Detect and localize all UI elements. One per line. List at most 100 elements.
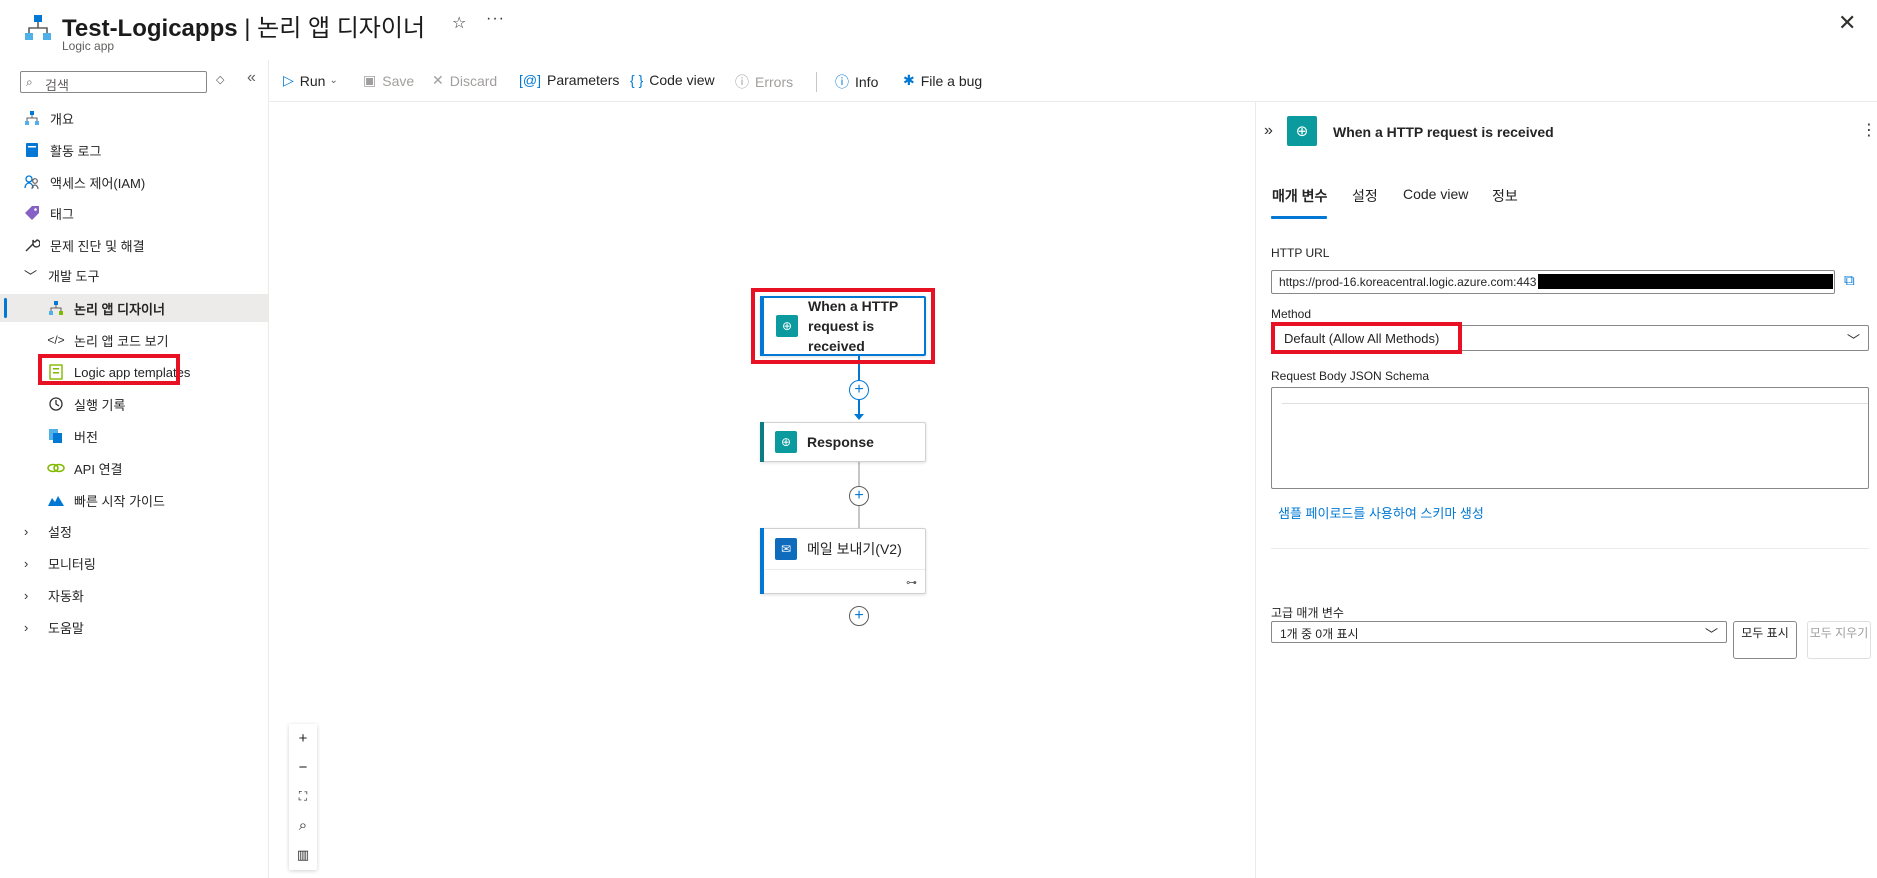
chevron-down-icon: ﹀ — [1846, 333, 1860, 348]
code-icon: </> — [47, 333, 65, 347]
send-mail-card-label: 메일 보내기(V2) — [807, 541, 902, 557]
connector-line — [858, 462, 860, 486]
expand-panel-icon[interactable]: » — [1264, 122, 1273, 140]
copy-icon[interactable]: ⧉ — [1844, 272, 1855, 289]
clear-all-button[interactable]: 모두 지우기 — [1807, 621, 1871, 659]
tab-code-view[interactable]: Code view — [1403, 186, 1468, 202]
editor-line — [1282, 388, 1868, 404]
code-view-button[interactable]: { } Code view — [630, 72, 715, 88]
page-header: Test-Logicapps | 논리 앱 디자이너 Logic app ☆ ·… — [0, 0, 1877, 60]
parameters-icon: [@] — [519, 72, 541, 88]
response-icon: ⊕ — [775, 431, 797, 453]
fit-view-icon[interactable]: ⛶ — [289, 782, 317, 811]
tab-settings[interactable]: 설정 — [1352, 186, 1378, 206]
link-icon: ⊶ — [906, 577, 917, 589]
logic-app-icon — [22, 110, 42, 126]
chevron-right-icon: › — [24, 587, 29, 603]
sidebar-item-iam[interactable]: 액세스 제어(IAM) — [0, 168, 268, 196]
bug-icon: ✱ — [903, 72, 915, 88]
info-button[interactable]: ⓘ Info — [835, 72, 878, 92]
search-icon: ⌕ — [26, 75, 33, 89]
sidebar-item-activity-log[interactable]: 활동 로그 — [0, 136, 268, 164]
tab-about[interactable]: 정보 — [1492, 186, 1518, 206]
response-card[interactable]: ⊕ Response — [760, 422, 926, 462]
quickstart-icon — [46, 492, 66, 508]
minimap-icon[interactable]: ▥ — [289, 840, 317, 869]
collapse-sidebar-icon[interactable]: « — [247, 69, 256, 87]
details-panel: » ⊕ When a HTTP request is received ⋮ 매개… — [1255, 102, 1877, 878]
http-url-label: HTTP URL — [1271, 246, 1330, 260]
card-accent — [760, 422, 764, 462]
generate-schema-link[interactable]: 샘플 페이로드를 사용하여 스키마 생성 — [1278, 503, 1484, 522]
sidebar: ⌕ 검색 ◇ « 개요 활동 로그 액세스 제어(IAM) 태그 문제 진단 및… — [0, 60, 269, 878]
chevron-down-icon: ﹀ — [24, 268, 38, 284]
http-url-field[interactable]: https://prod-16.koreacentral.logic.azure… — [1271, 270, 1835, 294]
chevron-down-icon: ⌄ — [329, 75, 338, 86]
advanced-params-label: 고급 매개 변수 — [1271, 606, 1344, 620]
more-icon[interactable]: ··· — [486, 10, 505, 28]
selection-highlight-box — [1271, 322, 1462, 354]
card-divider — [765, 569, 925, 570]
sidebar-item-overview[interactable]: 개요 — [0, 104, 268, 132]
sidebar-group-settings[interactable]: › 설정 — [0, 517, 268, 545]
toolbar-divider — [816, 72, 817, 92]
selection-highlight-box — [38, 354, 180, 385]
send-mail-card[interactable]: ✉ 메일 보내기(V2) ⊶ — [760, 528, 926, 594]
panel-title: When a HTTP request is received — [1333, 124, 1554, 140]
designer-canvas[interactable]: + + + ⊕ When a HTTP request is received … — [269, 102, 1255, 878]
connector-line — [858, 400, 860, 414]
errors-button[interactable]: ⓘ Errors — [735, 72, 793, 92]
sidebar-item-code-view[interactable]: </> 논리 앱 코드 보기 — [0, 326, 268, 354]
toolbar: ▷ Run ⌄ ▣ Save ✕ Discard [@] Parameters … — [269, 60, 1877, 102]
chevron-right-icon: › — [24, 523, 29, 539]
search-input[interactable]: ⌕ 검색 — [20, 71, 207, 93]
sidebar-group-monitoring[interactable]: › 모니터링 — [0, 549, 268, 577]
tag-icon — [22, 205, 42, 221]
save-icon: ▣ — [363, 72, 377, 88]
add-step-button[interactable]: + — [849, 380, 869, 400]
play-icon: ▷ — [283, 72, 294, 88]
sidebar-item-designer[interactable]: 논리 앱 디자이너 — [0, 294, 268, 322]
sort-icon[interactable]: ◇ — [216, 73, 224, 86]
add-step-button[interactable]: + — [849, 606, 869, 626]
sidebar-group-help[interactable]: › 도움말 — [0, 613, 268, 641]
advanced-params-select[interactable]: 1개 중 0개 표시 ﹀ — [1271, 621, 1727, 643]
discard-button[interactable]: ✕ Discard — [432, 72, 497, 89]
sidebar-item-api-connections[interactable]: API 연결 — [0, 454, 268, 482]
sidebar-item-run-history[interactable]: 실행 기록 — [0, 390, 268, 418]
sidebar-group-automation[interactable]: › 자동화 — [0, 581, 268, 609]
tab-parameters[interactable]: 매개 변수 — [1272, 186, 1327, 206]
close-icon[interactable]: ✕ — [1838, 10, 1856, 36]
save-button[interactable]: ▣ Save — [363, 72, 414, 89]
sidebar-group-dev-tools[interactable]: ﹀ 개발 도구 — [0, 261, 268, 289]
chevron-down-icon: ﹀ — [1704, 627, 1718, 642]
star-icon[interactable]: ☆ — [452, 13, 466, 33]
file-bug-button[interactable]: ✱ File a bug — [903, 72, 982, 89]
braces-icon: { } — [630, 72, 644, 88]
zoom-out-icon[interactable]: − — [289, 753, 317, 782]
sidebar-item-versions[interactable]: 버전 — [0, 422, 268, 450]
activity-log-icon — [22, 142, 42, 158]
schema-editor[interactable] — [1271, 387, 1869, 489]
sidebar-item-diagnose[interactable]: 문제 진단 및 해결 — [0, 231, 268, 259]
add-step-button[interactable]: + — [849, 486, 869, 506]
parameters-button[interactable]: [@] Parameters — [519, 72, 619, 88]
arrow-down-icon — [854, 414, 864, 420]
close-icon: ✕ — [432, 72, 444, 88]
panel-divider — [1271, 548, 1869, 549]
more-vertical-icon[interactable]: ⋮ — [1861, 120, 1877, 140]
sidebar-item-quickstart[interactable]: 빠른 시작 가이드 — [0, 486, 268, 514]
schema-label: Request Body JSON Schema — [1271, 369, 1430, 383]
redacted-block — [1538, 274, 1833, 289]
page-subtitle: Logic app — [62, 39, 115, 53]
method-label: Method — [1271, 307, 1312, 321]
show-all-button[interactable]: 모두 표시 — [1733, 621, 1797, 659]
zoom-in-icon[interactable]: + — [289, 724, 317, 753]
chevron-right-icon: › — [24, 555, 29, 571]
search-icon[interactable]: ⌕ — [289, 811, 317, 840]
connector-line — [858, 506, 860, 528]
run-button[interactable]: ▷ Run ⌄ — [283, 72, 338, 89]
versions-icon — [46, 428, 66, 444]
sidebar-item-tags[interactable]: 태그 — [0, 199, 268, 227]
outlook-icon: ✉ — [775, 538, 797, 560]
